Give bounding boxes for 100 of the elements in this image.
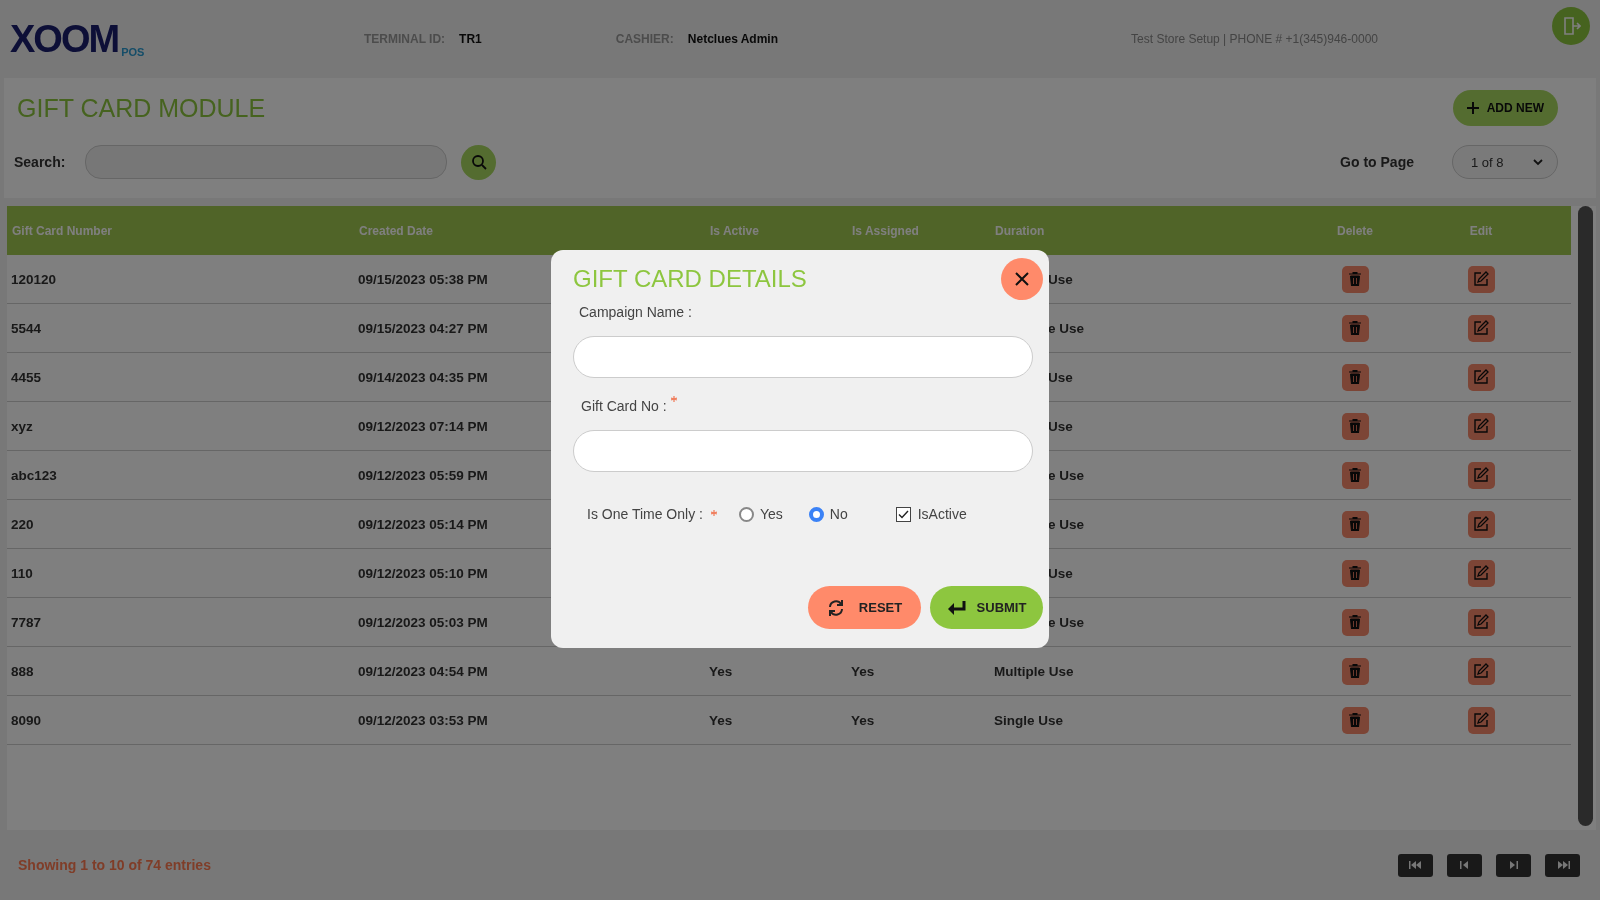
column-header: Delete (1336, 223, 1374, 238)
column-header: Gift Card Number (11, 223, 113, 238)
edit-icon (1473, 271, 1489, 287)
trash-icon (1349, 370, 1361, 384)
edit-button[interactable] (1467, 265, 1495, 293)
table-cell: 888 (11, 663, 34, 679)
table-cell: Single Use (994, 712, 1064, 728)
edit-button[interactable] (1467, 608, 1495, 636)
table-cell: Yes (851, 663, 875, 679)
table-cell: Multiple Use (994, 663, 1074, 679)
column-header: Duration (994, 223, 1046, 238)
delete-button[interactable] (1341, 363, 1369, 391)
table-cell: Use (1048, 369, 1073, 385)
table-cell: Yes (709, 663, 733, 679)
trash-icon (1349, 566, 1361, 580)
close-button[interactable] (1001, 258, 1043, 300)
table-cell: 09/14/2023 04:35 PM (358, 369, 488, 385)
trash-icon (1349, 272, 1361, 286)
column-header: Is Active (709, 223, 760, 238)
table-cell: 09/12/2023 07:14 PM (358, 418, 488, 434)
skip-first-icon (1408, 861, 1423, 869)
delete-button[interactable] (1341, 657, 1369, 685)
exit-door-icon (1561, 16, 1581, 36)
delete-button[interactable] (1341, 706, 1369, 734)
skip-last-icon (1555, 861, 1570, 869)
radio-button[interactable] (738, 506, 754, 522)
delete-button[interactable] (1341, 412, 1369, 440)
radio-option[interactable]: No (808, 506, 848, 522)
edit-icon (1473, 516, 1489, 532)
search-button[interactable] (461, 144, 497, 180)
campaign-name-label: Campaign Name : (579, 304, 692, 320)
edit-button[interactable] (1467, 657, 1495, 685)
first-page-button[interactable] (1398, 853, 1433, 877)
column-header: Is Assigned (851, 223, 920, 238)
go-to-page-label: Go to Page (1340, 154, 1414, 170)
radio-label: No (829, 506, 848, 522)
radio-option[interactable]: Yes (738, 506, 783, 522)
edit-icon (1473, 369, 1489, 385)
table-cell: 09/12/2023 03:53 PM (358, 712, 488, 728)
checkbox-label: IsActive (917, 506, 967, 522)
delete-button[interactable] (1341, 559, 1369, 587)
entries-summary: Showing 1 to 10 of 74 entries (18, 857, 211, 873)
dialog-title: GIFT CARD DETAILS (573, 265, 807, 293)
last-page-button[interactable] (1545, 853, 1580, 877)
table-cell: Yes (851, 712, 875, 728)
edit-button[interactable] (1467, 363, 1495, 391)
table-cell: Use (1048, 271, 1073, 287)
delete-button[interactable] (1341, 510, 1369, 538)
refresh-icon (826, 598, 845, 617)
table-cell: 120120 (11, 271, 57, 287)
campaign-name-field[interactable] (573, 336, 1033, 378)
next-page-button[interactable] (1496, 853, 1531, 877)
chevron-down-icon (1533, 158, 1543, 166)
trash-icon (1349, 321, 1361, 335)
trash-icon (1349, 517, 1361, 531)
table-cell: abc123 (11, 467, 57, 483)
table-cell: 09/12/2023 05:03 PM (358, 614, 488, 630)
table-cell: e Use (1048, 516, 1085, 532)
table-cell: 8090 (11, 712, 42, 728)
edit-button[interactable] (1467, 559, 1495, 587)
table-cell: 09/15/2023 05:38 PM (358, 271, 488, 287)
trash-icon (1349, 664, 1361, 678)
step-back-icon (1460, 861, 1469, 869)
module-title: GIFT CARD MODULE (16, 93, 266, 123)
table-cell: 5544 (11, 320, 42, 336)
edit-button[interactable] (1467, 461, 1495, 489)
edit-button[interactable] (1467, 510, 1495, 538)
one-time-only-label: Is One Time Only : (587, 506, 703, 522)
logo-text: XOOM (10, 20, 119, 58)
scrollbar[interactable] (1578, 206, 1593, 826)
edit-button[interactable] (1467, 314, 1495, 342)
table-cell: e Use (1048, 320, 1085, 336)
delete-button[interactable] (1341, 314, 1369, 342)
delete-button[interactable] (1341, 265, 1369, 293)
edit-button[interactable] (1467, 706, 1495, 734)
table-cell: Use (1048, 565, 1073, 581)
reset-button[interactable]: RESET (808, 586, 921, 629)
radio-button[interactable] (808, 506, 824, 522)
search-icon (470, 154, 487, 170)
table-cell: Yes (709, 712, 733, 728)
submit-button[interactable]: SUBMIT (930, 586, 1043, 629)
search-field[interactable] (85, 145, 448, 179)
trash-icon (1349, 615, 1361, 629)
table-cell: 09/12/2023 05:10 PM (358, 565, 488, 581)
step-forward-icon (1509, 861, 1518, 869)
edit-icon (1473, 320, 1489, 336)
delete-button[interactable] (1341, 461, 1369, 489)
edit-icon (1473, 663, 1489, 679)
previous-page-button[interactable] (1447, 853, 1482, 877)
edit-button[interactable] (1467, 412, 1495, 440)
delete-button[interactable] (1341, 608, 1369, 636)
page-select[interactable]: 1 of 8 (1452, 145, 1558, 179)
cashier-name: Netclues Admin (687, 32, 779, 46)
edit-icon (1473, 467, 1489, 483)
gift-card-number-field[interactable] (573, 430, 1033, 472)
trash-icon (1349, 468, 1361, 482)
table-cell: 09/12/2023 05:59 PM (358, 467, 488, 483)
column-header: Created Date (358, 223, 435, 238)
checkbox[interactable] (895, 506, 911, 522)
table-cell: 09/12/2023 04:54 PM (358, 663, 488, 679)
